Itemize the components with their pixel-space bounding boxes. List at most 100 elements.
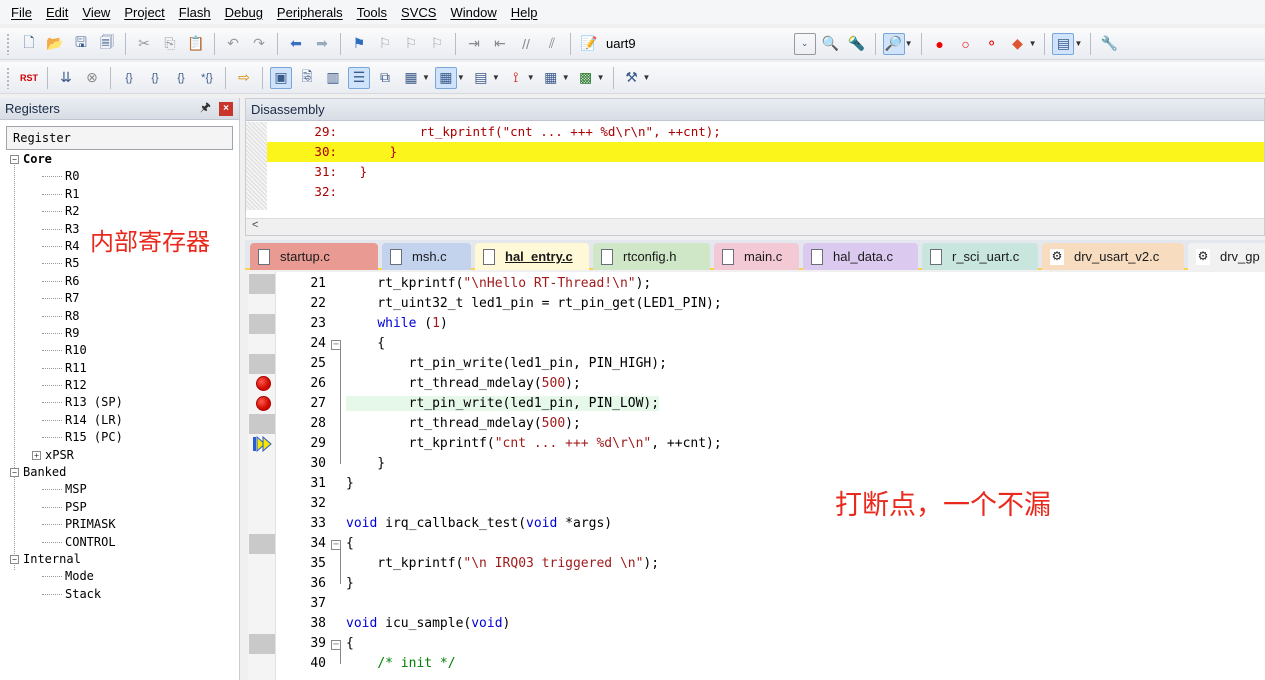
scroll-left-icon[interactable]: <: [252, 219, 258, 231]
symbols-window-icon[interactable]: ▥: [322, 67, 344, 89]
code-line[interactable]: 32: [276, 494, 1265, 514]
fold-collapse-icon[interactable]: −: [326, 634, 346, 654]
disassembly-line[interactable]: 31: }: [267, 162, 1264, 182]
code-line[interactable]: 23 while (1): [276, 314, 1265, 334]
system-viewer-icon[interactable]: ▩: [575, 67, 597, 89]
register-tree-item[interactable]: CONTROL: [10, 534, 235, 551]
breakpoint-icon[interactable]: [256, 376, 271, 391]
nav-back-icon[interactable]: ⬅: [285, 33, 307, 55]
new-file-icon[interactable]: 🗋: [18, 33, 40, 55]
nav-forward-icon[interactable]: ➡: [311, 33, 333, 55]
code-line[interactable]: 35 rt_kprintf("\n IRQ03 triggered \n");: [276, 554, 1265, 574]
uncomment-icon[interactable]: ⫽: [541, 33, 563, 55]
register-tree-item[interactable]: R1: [10, 186, 235, 203]
tab-drv-gp[interactable]: ⚙ drv_gp: [1188, 243, 1265, 270]
cut-icon[interactable]: ✂: [133, 33, 155, 55]
disassembly-window-icon[interactable]: 🗟: [296, 67, 318, 89]
register-tree-item[interactable]: + xPSR: [10, 447, 235, 464]
call-stack-window-icon[interactable]: ⧉: [374, 67, 396, 89]
code-line[interactable]: 34−{: [276, 534, 1265, 554]
code-line[interactable]: 28 rt_thread_mdelay(500);: [276, 414, 1265, 434]
register-tree-item[interactable]: R5: [10, 255, 235, 272]
collapse-icon[interactable]: −: [10, 468, 19, 478]
disassembly-gutter[interactable]: [246, 122, 267, 210]
code-line[interactable]: 39−{: [276, 634, 1265, 654]
close-icon[interactable]: ×: [219, 101, 233, 116]
dropdown-arrow-icon[interactable]: ▼: [905, 39, 913, 48]
window-layout-icon[interactable]: ▤: [1052, 32, 1075, 55]
register-tree-item[interactable]: PSP: [10, 499, 235, 516]
menu-tools[interactable]: Tools: [350, 5, 394, 20]
tab-startup-c[interactable]: startup.c: [250, 243, 378, 270]
tab-hal-entry-c[interactable]: hal_entry.c: [475, 243, 589, 270]
tab-drv-usart-v2-c[interactable]: ⚙ drv_usart_v2.c: [1042, 243, 1184, 270]
registers-window-icon[interactable]: ☰: [348, 66, 370, 89]
menu-help[interactable]: Help: [504, 5, 545, 20]
configure-icon[interactable]: 🔧: [1098, 33, 1120, 55]
register-tree-item[interactable]: R8: [10, 308, 235, 325]
fold-collapse-icon[interactable]: −: [326, 534, 346, 554]
register-tree-item[interactable]: R9: [10, 325, 235, 342]
clear-bookmarks-icon[interactable]: ⚐: [426, 33, 448, 55]
menu-file[interactable]: File: [4, 5, 39, 20]
code-line[interactable]: 22 rt_uint32_t led1_pin = rt_pin_get(LED…: [276, 294, 1265, 314]
source-editor[interactable]: 21 rt_kprintf("\nHello RT-Thread!\n"); 22…: [248, 272, 1265, 680]
collapse-icon[interactable]: −: [10, 155, 19, 164]
reset-icon[interactable]: RST: [18, 67, 40, 89]
disassembly-line[interactable]: 30: }: [267, 142, 1264, 162]
tab-rtconfig-h[interactable]: rtconfig.h: [593, 243, 710, 270]
register-tree-item[interactable]: R6: [10, 273, 235, 290]
target-name[interactable]: uart9: [606, 36, 636, 51]
tab-main-c[interactable]: main.c: [714, 243, 799, 270]
register-tree-item[interactable]: R11: [10, 360, 235, 377]
code-line[interactable]: 27 rt_pin_write(led1_pin, PIN_LOW);: [276, 394, 1265, 414]
register-column-header[interactable]: Register: [6, 126, 233, 150]
disassembly-line[interactable]: 32:: [267, 182, 1264, 202]
stop-icon[interactable]: ⊗: [81, 67, 103, 89]
code-line[interactable]: 30 }: [276, 454, 1265, 474]
dropdown-arrow-icon[interactable]: ▼: [492, 73, 500, 82]
debug-session-icon[interactable]: 🔎: [882, 32, 905, 55]
register-tree-item[interactable]: R2: [10, 203, 235, 220]
menu-peripherals[interactable]: Peripherals: [270, 5, 350, 20]
save-icon[interactable]: 🖫: [70, 33, 92, 55]
code-line[interactable]: 33 void irq_callback_test(void *args): [276, 514, 1265, 534]
code-line[interactable]: 31}: [276, 474, 1265, 494]
disassembly-scrollbar[interactable]: <: [246, 218, 1264, 235]
register-tree-item[interactable]: R0: [10, 168, 235, 185]
code-line[interactable]: 21 rt_kprintf("\nHello RT-Thread!\n");: [276, 274, 1265, 294]
expand-icon[interactable]: +: [32, 450, 41, 460]
dropdown-arrow-icon[interactable]: ▼: [643, 73, 651, 82]
undo-icon[interactable]: ↶: [222, 33, 244, 55]
command-window-icon[interactable]: ▣: [270, 66, 292, 89]
run-icon[interactable]: ⇊: [55, 67, 77, 89]
register-tree-item[interactable]: MSP: [10, 481, 235, 498]
register-tree-item[interactable]: PRIMASK: [10, 516, 235, 533]
register-tree-item[interactable]: Mode: [10, 568, 235, 585]
copy-icon[interactable]: ⎘: [159, 33, 181, 55]
redo-icon[interactable]: ↷: [248, 33, 270, 55]
register-tree-item[interactable]: R7: [10, 290, 235, 307]
dropdown-arrow-icon[interactable]: ▼: [1029, 39, 1037, 48]
bookmark-icon[interactable]: ⚑: [348, 33, 370, 55]
dropdown-arrow-icon[interactable]: ▼: [1074, 39, 1082, 48]
tab-msh-c[interactable]: msh.c: [382, 243, 471, 270]
run-to-cursor-icon[interactable]: *{}: [196, 67, 218, 89]
menu-edit[interactable]: Edit: [39, 5, 75, 20]
find-in-files-icon[interactable]: 📝: [578, 33, 600, 55]
menu-svcs[interactable]: SVCS: [394, 5, 443, 20]
next-bookmark-icon[interactable]: ⚐: [400, 33, 422, 55]
dropdown-arrow-icon[interactable]: ▼: [597, 73, 605, 82]
code-line[interactable]: 24− {: [276, 334, 1265, 354]
trace-window-icon[interactable]: ▦: [540, 67, 562, 89]
comment-icon[interactable]: //: [515, 33, 537, 55]
code-line[interactable]: 29 rt_kprintf("cnt ... +++ %d\r\n", ++cn…: [276, 434, 1265, 454]
memory-window-icon[interactable]: ▦: [434, 66, 457, 89]
open-folder-icon[interactable]: 📂: [44, 33, 66, 55]
dropdown-icon[interactable]: ⌄: [793, 32, 816, 55]
toolbar-grip[interactable]: [6, 32, 10, 55]
tab-hal-data-c[interactable]: hal_data.c: [803, 243, 918, 270]
register-tree-item[interactable]: R14 (LR): [10, 412, 235, 429]
fold-collapse-icon[interactable]: −: [326, 334, 346, 354]
collapse-icon[interactable]: −: [10, 554, 19, 564]
